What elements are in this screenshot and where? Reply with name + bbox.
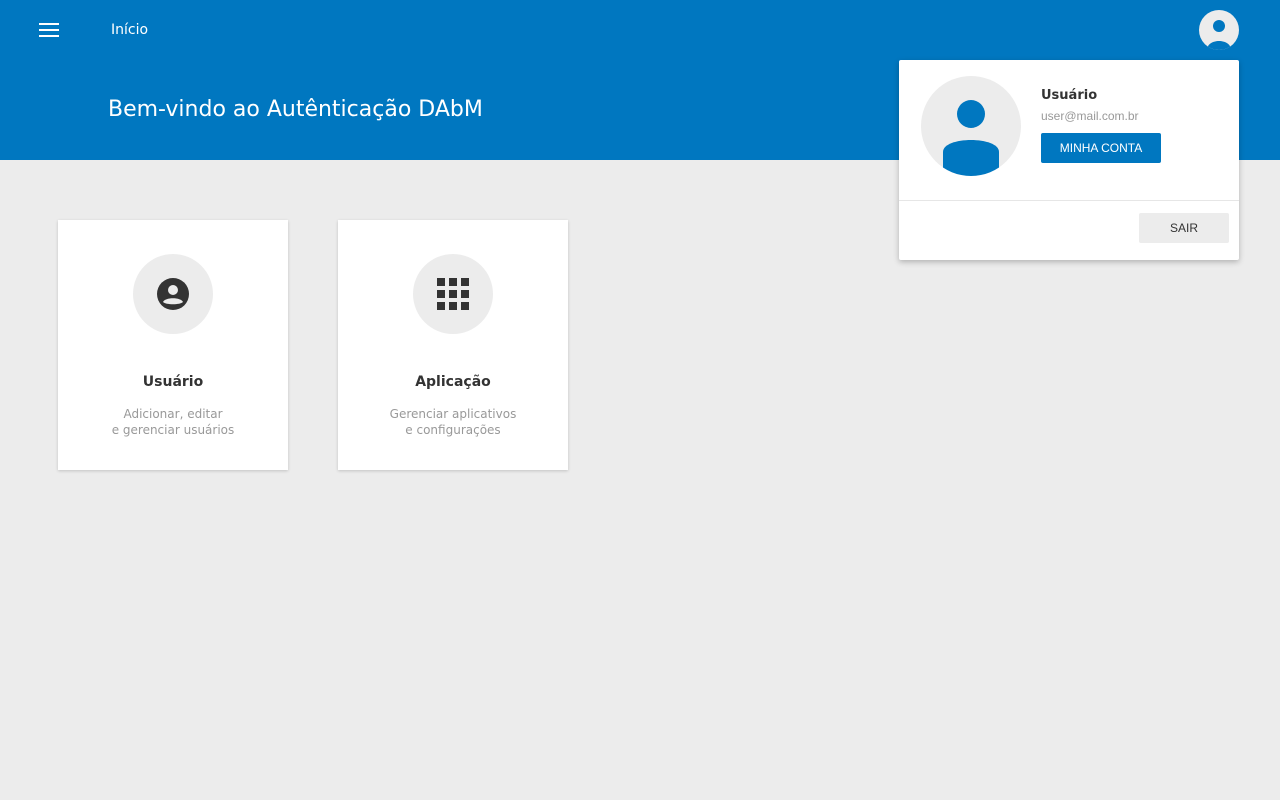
card-description-line: e gerenciar usuários [111,423,235,437]
page-title: Bem-vindo ao Autênticação DAbM [108,97,483,122]
menu-icon [39,23,59,37]
user-account-popup: Usuário user@mail.com.br MINHA CONTA SAI… [899,60,1239,260]
card-description: Gerenciar aplicativos e configurações [338,406,568,438]
user-avatar-button[interactable] [1199,10,1239,50]
card-title: Usuário [142,374,204,390]
my-account-button[interactable]: MINHA CONTA [1041,133,1161,163]
application-management-card[interactable]: Aplicação Gerenciar aplicativos e config… [338,220,568,470]
card-icon-circle [133,254,213,334]
avatar [921,76,1021,176]
card-description: Adicionar, editar e gerenciar usuários [58,406,288,438]
logout-button[interactable]: SAIR [1139,213,1229,243]
menu-button[interactable] [30,12,68,48]
card-title: Aplicação [415,374,491,390]
card-description-line: e configurações [405,423,501,437]
user-name: Usuário [1041,88,1098,103]
card-icon-circle [413,254,493,334]
divider [899,200,1239,201]
nav-title[interactable]: Início [111,22,148,38]
user-management-card[interactable]: Usuário Adicionar, editar e gerenciar us… [58,220,288,470]
user-email: user@mail.com.br [1041,109,1139,123]
person-icon [943,100,999,176]
account-circle-icon [1207,20,1231,50]
account-circle-icon [157,278,189,310]
card-description-line: Gerenciar aplicativos [389,407,517,421]
card-description-line: Adicionar, editar [123,407,223,421]
apps-grid-icon [437,278,469,310]
